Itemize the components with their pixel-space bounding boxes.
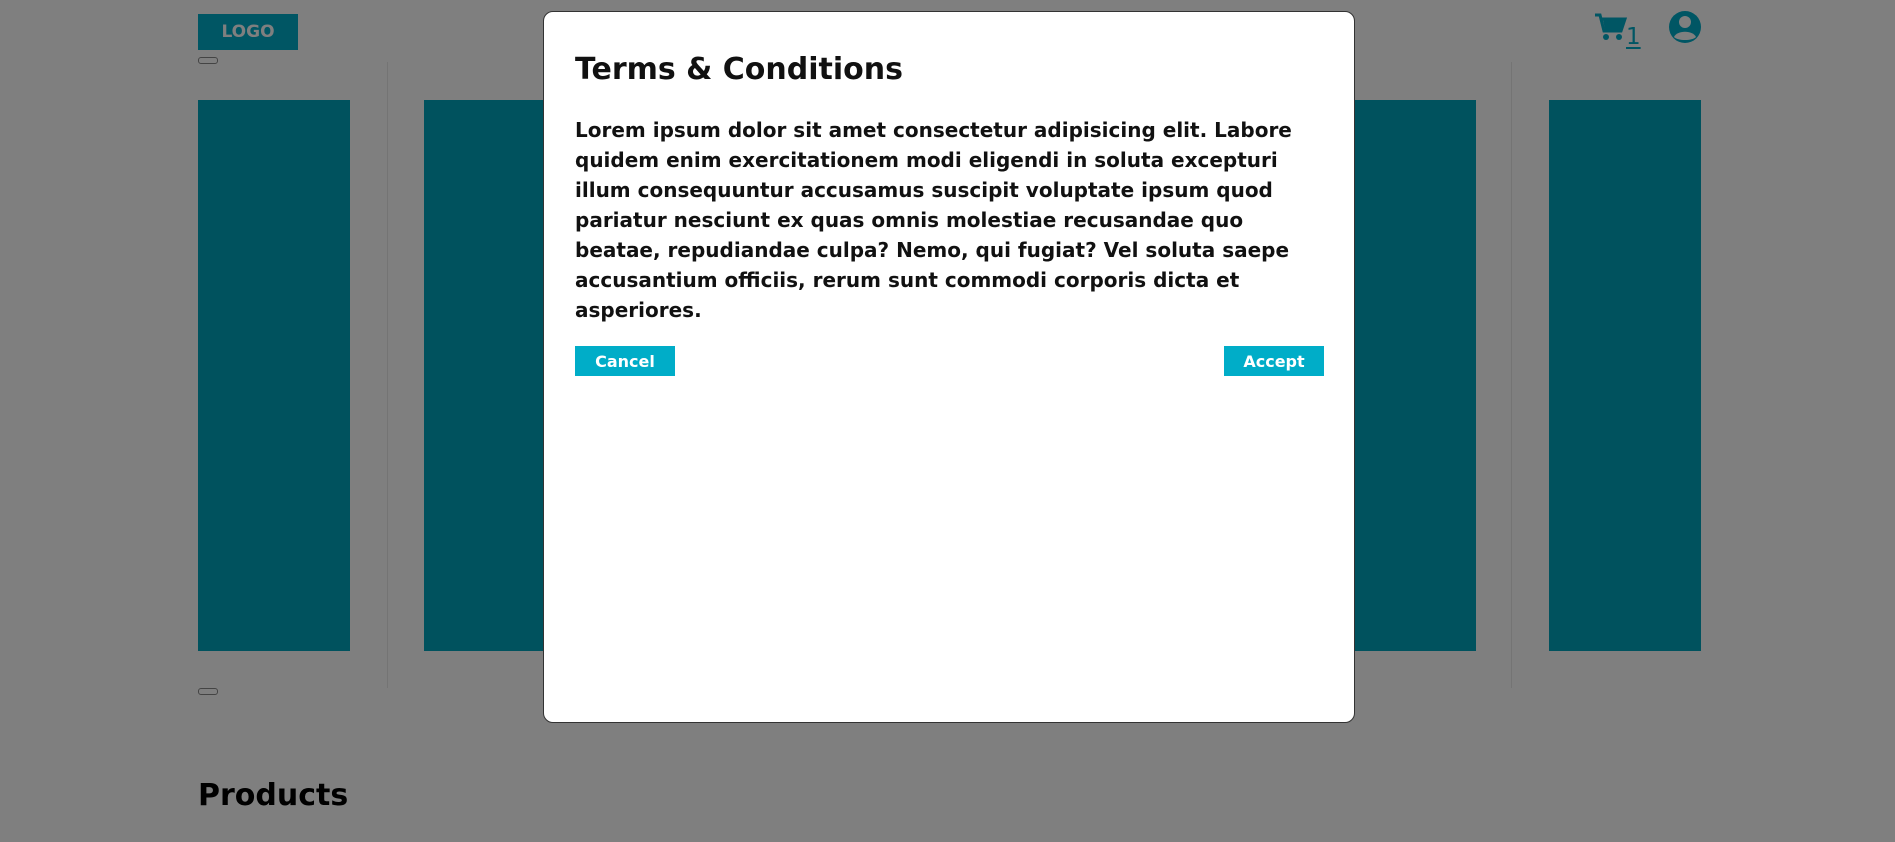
modal-actions: Cancel Accept bbox=[575, 346, 1324, 376]
modal-body-text: Lorem ipsum dolor sit amet consectetur a… bbox=[575, 118, 1292, 322]
terms-modal: Terms & Conditions Lorem ipsum dolor sit… bbox=[543, 11, 1355, 723]
accept-button[interactable]: Accept bbox=[1224, 346, 1324, 376]
modal-title: Terms & Conditions bbox=[575, 52, 903, 87]
cancel-button[interactable]: Cancel bbox=[575, 346, 675, 376]
